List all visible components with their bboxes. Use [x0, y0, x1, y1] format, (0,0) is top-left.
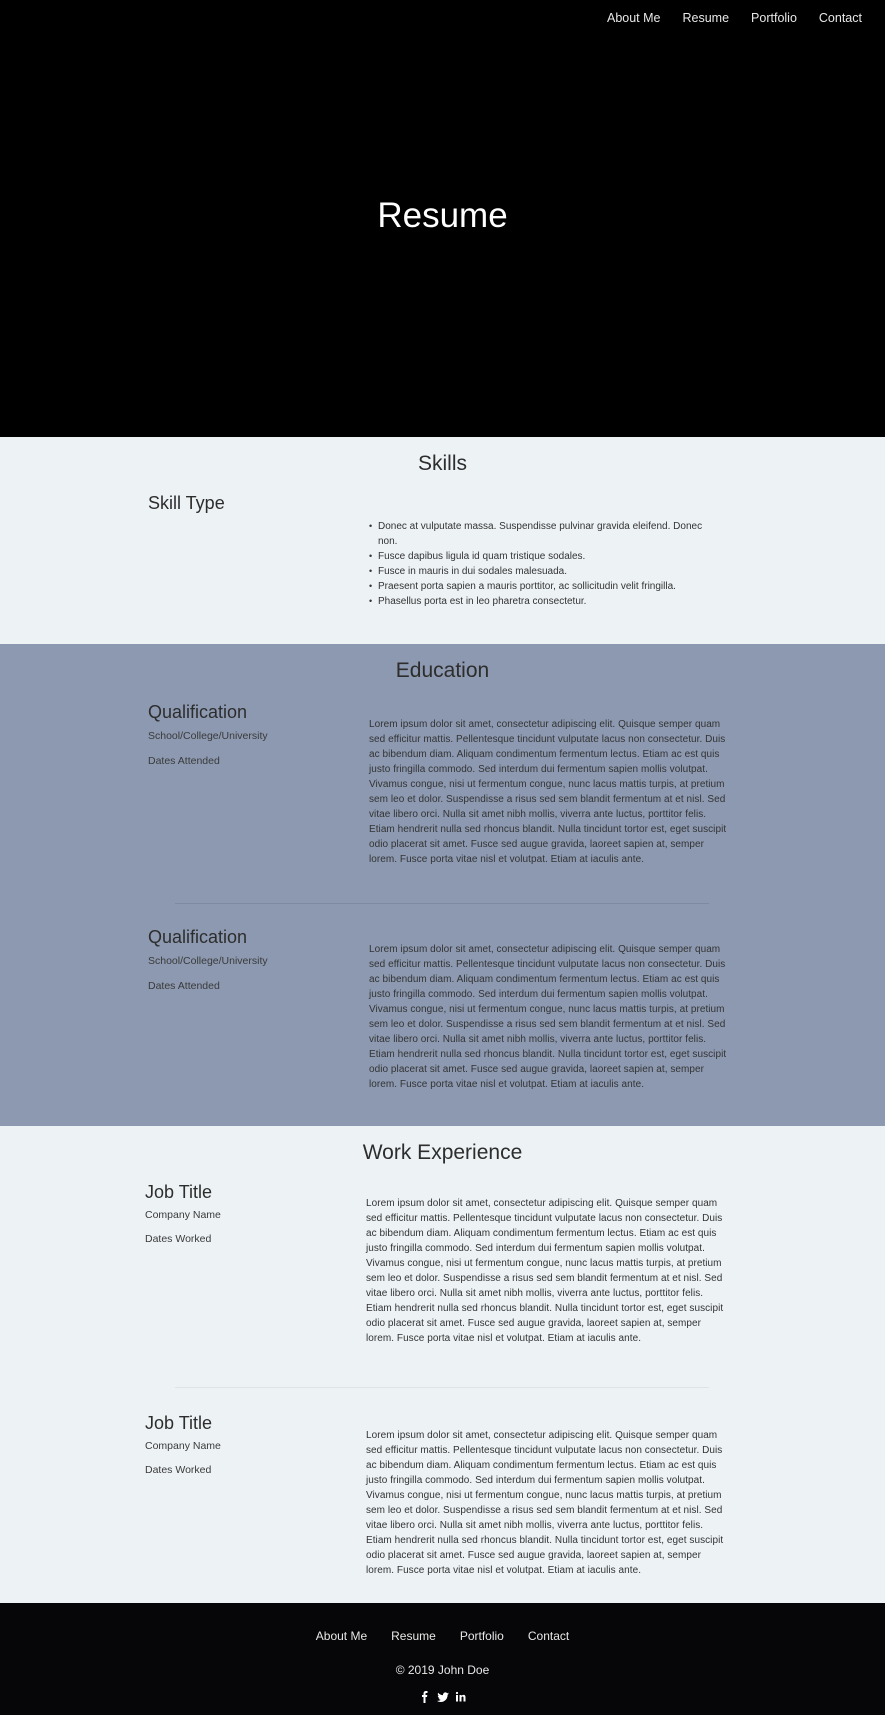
qualification-heading: Qualification — [148, 702, 248, 722]
footer-nav-about-me[interactable]: About Me — [316, 1629, 367, 1643]
skill-item: Donec at vulputate massa. Suspendisse pu… — [369, 519, 719, 549]
skill-item: Phasellus porta est in leo pharetra cons… — [369, 594, 719, 609]
page-title: Resume — [377, 196, 508, 235]
nav-about-me[interactable]: About Me — [596, 11, 672, 25]
nav-portfolio[interactable]: Portfolio — [740, 11, 808, 25]
nav-resume[interactable]: Resume — [672, 11, 741, 25]
social-links — [0, 1691, 885, 1703]
company-name: Company Name — [145, 1440, 221, 1452]
job-description: Lorem ipsum dolor sit amet, consectetur … — [366, 1198, 724, 1344]
job-title-heading: Job Title — [145, 1182, 213, 1202]
section-divider — [175, 903, 709, 904]
skill-item: Fusce in mauris in dui sodales malesuada… — [369, 564, 719, 579]
skills-title: Skills — [417, 452, 467, 475]
skill-item: Praesent porta sapien a mauris porttitor… — [369, 579, 719, 594]
footer-nav-portfolio[interactable]: Portfolio — [460, 1629, 504, 1643]
education-section: Education Qualification School/College/U… — [0, 644, 885, 1126]
qualification-description: Lorem ipsum dolor sit amet, consectetur … — [369, 944, 727, 1090]
school-name: School/College/University — [148, 955, 268, 967]
qualification-description: Lorem ipsum dolor sit amet, consectetur … — [369, 719, 727, 865]
dates-worked: Dates Worked — [145, 1464, 212, 1476]
skill-item: Fusce dapibus ligula id quam tristique s… — [369, 549, 719, 564]
footer: About Me Resume Portfolio Contact © 2019… — [0, 1603, 885, 1715]
nav-contact[interactable]: Contact — [808, 11, 873, 25]
section-divider — [175, 1387, 709, 1388]
top-nav: About Me Resume Portfolio Contact — [596, 11, 885, 25]
job-title-heading: Job Title — [145, 1413, 213, 1433]
school-name: School/College/University — [148, 730, 268, 742]
footer-nav: About Me Resume Portfolio Contact — [0, 1629, 885, 1643]
work-experience-section: Work Experience Job Title Company Name D… — [0, 1126, 885, 1603]
twitter-icon[interactable] — [436, 1691, 449, 1703]
copyright: © 2019 John Doe — [395, 1663, 490, 1677]
qualification-heading: Qualification — [148, 927, 248, 947]
work-experience-title: Work Experience — [362, 1141, 523, 1164]
education-title: Education — [395, 659, 490, 682]
skill-list: Donec at vulputate massa. Suspendisse pu… — [369, 519, 719, 609]
dates-attended: Dates Attended — [148, 755, 220, 767]
skill-type-heading: Skill Type — [148, 493, 225, 513]
linkedin-icon[interactable] — [455, 1691, 467, 1703]
company-name: Company Name — [145, 1209, 221, 1221]
dates-attended: Dates Attended — [148, 980, 220, 992]
skills-section: Skills Skill Type Donec at vulputate mas… — [0, 437, 885, 644]
footer-nav-contact[interactable]: Contact — [528, 1629, 569, 1643]
hero-banner: About Me Resume Portfolio Contact Resume — [0, 0, 885, 437]
footer-nav-resume[interactable]: Resume — [391, 1629, 436, 1643]
dates-worked: Dates Worked — [145, 1233, 212, 1245]
job-description: Lorem ipsum dolor sit amet, consectetur … — [366, 1430, 724, 1576]
facebook-icon[interactable] — [419, 1691, 431, 1703]
